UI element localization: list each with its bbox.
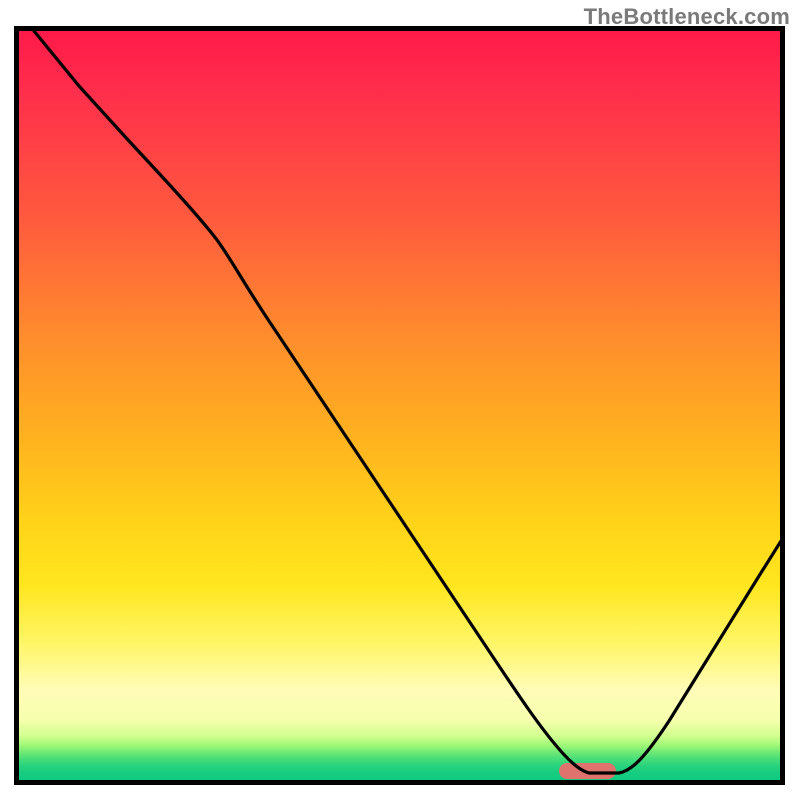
watermark-text: TheBottleneck.com: [584, 4, 790, 30]
chart-canvas: TheBottleneck.com: [0, 0, 800, 800]
curve-path: [34, 31, 780, 773]
plot-frame: [14, 26, 785, 785]
bottleneck-curve: [19, 31, 780, 780]
